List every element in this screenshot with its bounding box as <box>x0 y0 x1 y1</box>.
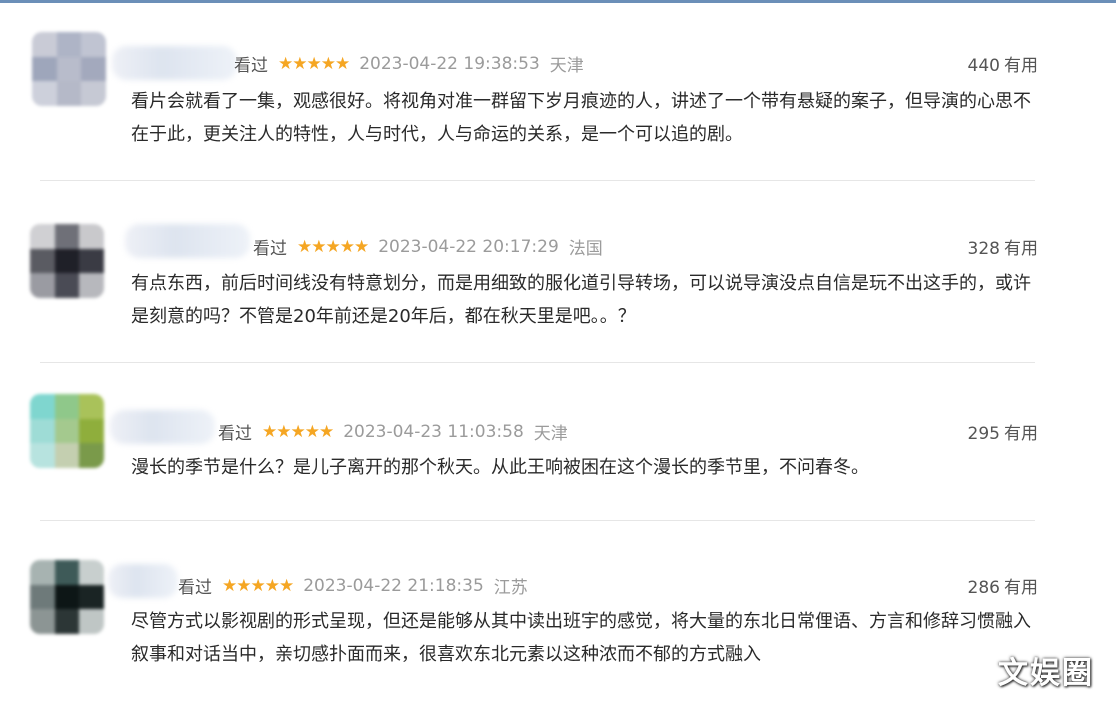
useful-button[interactable]: 328 有用 <box>968 234 1038 259</box>
useful-count: 440 <box>967 56 1000 76</box>
rating-stars-icon: ★★★★★ <box>278 53 350 74</box>
avatar-pixel <box>30 224 55 249</box>
avatar-pixel <box>30 584 55 610</box>
top-border <box>0 0 1116 3</box>
avatar-pixel <box>56 56 82 82</box>
avatar-pixel <box>54 609 80 634</box>
avatar-pixel <box>54 394 80 419</box>
review-meta: 看过 ★★★★★ 2023-04-23 11:03:58 天津 <box>218 419 568 445</box>
review-meta: 看过 ★★★★★ 2023-04-22 21:18:35 江苏 <box>178 573 528 599</box>
avatar-pixel <box>54 584 80 610</box>
avatar-pixel <box>81 56 106 82</box>
review-text: 尽管方式以影视剧的形式呈现，但还是能够从其中读出班宇的感觉，将大量的东北日常俚语… <box>131 611 1031 665</box>
divider <box>40 520 1035 521</box>
avatar-pixel <box>54 560 80 585</box>
review-location: 天津 <box>533 424 568 444</box>
avatar-pixel <box>79 273 104 298</box>
avatar-pixel <box>54 273 80 298</box>
avatar-pixel <box>81 81 106 106</box>
avatar-pixel <box>79 443 104 468</box>
useful-button[interactable]: 286 有用 <box>968 573 1038 598</box>
avatar-pixel <box>30 609 55 634</box>
avatar[interactable] <box>32 32 106 106</box>
divider <box>40 362 1035 363</box>
review-datetime: 2023-04-23 11:03:58 <box>343 421 524 442</box>
avatar-pixel <box>79 584 104 610</box>
review-location: 天津 <box>549 56 584 76</box>
avatar-pixel <box>32 81 57 106</box>
avatar-pixel <box>79 560 104 585</box>
review-datetime: 2023-04-22 21:18:35 <box>303 575 484 596</box>
avatar-pixel <box>79 224 104 249</box>
username-blurred[interactable] <box>112 46 237 80</box>
useful-count: 295 <box>967 424 1000 444</box>
avatar-pixel <box>30 394 55 419</box>
useful-label: 有用 <box>1004 424 1038 444</box>
useful-count: 328 <box>967 239 1000 259</box>
review-location: 江苏 <box>493 578 528 598</box>
review-datetime: 2023-04-22 19:38:53 <box>359 53 540 74</box>
review-location: 法国 <box>568 239 603 259</box>
useful-button[interactable]: 295 有用 <box>968 419 1038 444</box>
username-blurred[interactable] <box>125 224 250 258</box>
avatar-pixel <box>30 273 55 298</box>
avatar-pixel <box>56 81 82 106</box>
review-meta: 看过 ★★★★★ 2023-04-22 19:38:53 天津 <box>234 51 584 77</box>
rating-stars-icon: ★★★★★ <box>262 421 334 442</box>
watch-status: 看过 <box>253 239 287 259</box>
username-blurred[interactable] <box>108 564 178 598</box>
avatar-pixel <box>30 248 55 274</box>
watermark: 文娱圈 <box>998 656 1094 691</box>
review-datetime: 2023-04-22 20:17:29 <box>378 236 559 257</box>
useful-label: 有用 <box>1004 578 1038 598</box>
avatar-pixel <box>54 248 80 274</box>
avatar[interactable] <box>30 560 104 634</box>
avatar-pixel <box>30 418 55 444</box>
avatar-pixel <box>56 32 82 57</box>
watch-status: 看过 <box>178 578 212 598</box>
watch-status: 看过 <box>234 56 268 76</box>
divider <box>40 180 1035 181</box>
rating-stars-icon: ★★★★★ <box>222 575 294 596</box>
username-blurred[interactable] <box>110 410 215 444</box>
useful-label: 有用 <box>1004 56 1038 76</box>
avatar-pixel <box>79 418 104 444</box>
avatar-pixel <box>54 443 80 468</box>
useful-count: 286 <box>967 578 1000 598</box>
avatar[interactable] <box>30 394 104 468</box>
avatar-pixel <box>32 56 57 82</box>
rating-stars-icon: ★★★★★ <box>297 236 369 257</box>
avatar-pixel <box>54 224 80 249</box>
avatar-pixel <box>32 32 57 57</box>
review-meta: 看过 ★★★★★ 2023-04-22 20:17:29 法国 <box>253 234 603 260</box>
review-text: 有点东西，前后时间线没有特意划分，而是用细致的服化道引导转场，可以说导演没点自信… <box>131 273 1031 327</box>
watch-status: 看过 <box>218 424 252 444</box>
review-text: 漫长的季节是什么？是儿子离开的那个秋天。从此王响被困在这个漫长的季节里，不问春冬… <box>131 457 869 478</box>
avatar-pixel <box>79 394 104 419</box>
avatar-pixel <box>79 609 104 634</box>
useful-button[interactable]: 440 有用 <box>968 51 1038 76</box>
avatar[interactable] <box>30 224 104 298</box>
avatar-pixel <box>30 443 55 468</box>
avatar-pixel <box>79 248 104 274</box>
useful-label: 有用 <box>1004 239 1038 259</box>
avatar-pixel <box>54 418 80 444</box>
review-text: 看片会就看了一集，观感很好。将视角对准一群留下岁月痕迹的人，讲述了一个带有悬疑的… <box>131 91 1031 145</box>
avatar-pixel <box>81 32 106 57</box>
avatar-pixel <box>30 560 55 585</box>
